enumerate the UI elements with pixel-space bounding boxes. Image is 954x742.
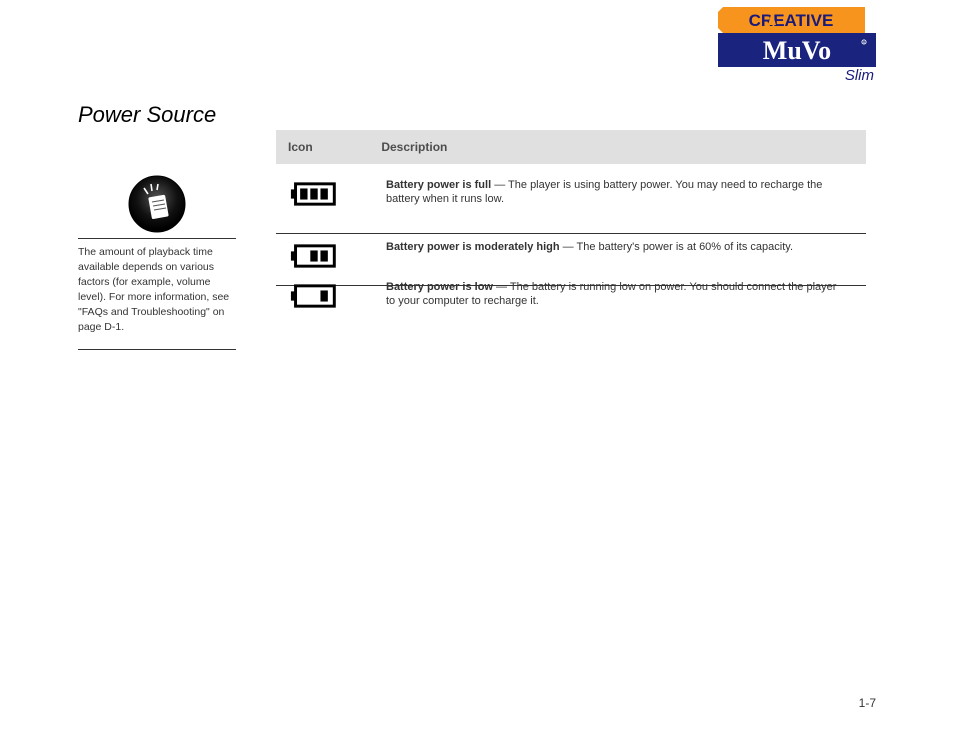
- page-number: 1-7: [859, 696, 876, 710]
- row-body: — The battery's power is at 60% of its c…: [560, 241, 793, 253]
- row-title: Battery power is moderately high: [386, 241, 560, 253]
- battery-full-icon: [290, 180, 350, 213]
- table-row: Battery power is low — The battery is ru…: [276, 274, 866, 334]
- row-title: Battery power is full: [386, 179, 491, 191]
- page-title: Power Source: [78, 102, 216, 128]
- svg-text:MuVo: MuVo: [763, 36, 831, 65]
- col-icon-header: Icon: [288, 140, 378, 154]
- battery-low-icon: [290, 282, 350, 315]
- svg-text:CREATIVE: CREATIVE: [749, 11, 834, 30]
- tip-sidebar: The amount of playback time available de…: [78, 174, 236, 350]
- tip-body: The amount of playback time available de…: [78, 239, 236, 335]
- table-row: Battery power is full — The player is us…: [276, 172, 866, 234]
- col-desc-header: Description: [381, 140, 447, 154]
- battery-medium-icon: [290, 242, 350, 275]
- tip-icon: [127, 174, 187, 234]
- table-header: Icon Description: [276, 130, 866, 164]
- row-title: Battery power is low: [386, 281, 493, 293]
- creative-muvo-logo: CREATIVE MuVo R Slim: [718, 7, 876, 83]
- svg-text:Slim: Slim: [845, 67, 874, 83]
